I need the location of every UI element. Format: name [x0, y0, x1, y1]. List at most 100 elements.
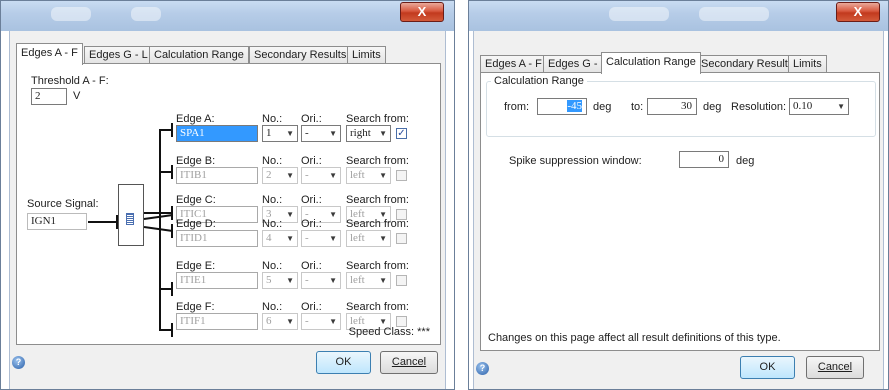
edge-a-name-text: SPA1: [180, 127, 205, 139]
edge-b-ori-select[interactable]: - ▼: [301, 167, 341, 184]
close-icon: X: [853, 4, 863, 19]
edge-d-ori-select[interactable]: - ▼: [301, 230, 341, 247]
chevron-down-icon: ▼: [286, 234, 294, 243]
edge-e-search-select[interactable]: left ▼: [346, 272, 391, 289]
source-signal-input[interactable]: IGN1: [27, 213, 87, 230]
from-input[interactable]: -45: [537, 98, 587, 115]
ok-button[interactable]: OK: [740, 356, 795, 379]
cancel-button[interactable]: Cancel: [806, 356, 864, 379]
left-client-area: Edges A - F Edges G - L Calculation Rang…: [9, 31, 446, 389]
threshold-input[interactable]: 2: [31, 88, 67, 105]
chevron-down-icon: ▼: [379, 276, 387, 285]
edge-a-ori-select[interactable]: - ▼: [301, 125, 341, 142]
edge-a-search-select[interactable]: right ▼: [346, 125, 391, 142]
from-value: -45: [567, 100, 582, 112]
edge-b-search-label: Search from:: [346, 155, 409, 167]
edge-c-no-label: No.:: [262, 194, 283, 206]
changes-note: Changes on this page affect all result d…: [488, 332, 781, 344]
chevron-down-icon: ▼: [286, 276, 294, 285]
edge-e-ori-value: -: [305, 274, 309, 286]
edge-f-search-label: Search from:: [346, 301, 409, 313]
edge-a-search-value: right: [350, 127, 371, 139]
tab-secondary-results[interactable]: Secondary Results: [696, 55, 799, 73]
edge-c-label: Edge C:: [176, 194, 216, 206]
edge-f-no-select[interactable]: 6 ▼: [262, 313, 298, 330]
chevron-down-icon: ▼: [329, 276, 337, 285]
edge-b-name-input[interactable]: ITIB1: [176, 167, 258, 184]
tab-limits[interactable]: Limits: [347, 46, 386, 64]
spike-suppression-unit: deg: [736, 155, 755, 167]
threshold-unit: V: [73, 90, 81, 102]
tick-a: [171, 123, 173, 137]
edge-b-checkbox[interactable]: [396, 170, 407, 181]
edge-a-no-label: No.:: [262, 113, 283, 125]
edge-d-search-select[interactable]: left ▼: [346, 230, 391, 247]
wire-source: [88, 221, 118, 223]
edge-e-ori-label: Ori.:: [301, 260, 322, 272]
edge-a-no-value: 1: [266, 127, 272, 139]
edge-a-label: Edge A:: [176, 113, 215, 125]
edge-b-ori-label: Ori.:: [301, 155, 322, 167]
calculation-range-panel: Calculation Range from: -45 deg to: 30 d…: [480, 72, 880, 351]
edge-a-ori-value: -: [305, 127, 309, 139]
ok-button[interactable]: OK: [316, 351, 371, 374]
resolution-select[interactable]: 0.10 ▼: [789, 98, 849, 115]
tick-d: [171, 224, 173, 238]
edge-e-no-label: No.:: [262, 260, 283, 272]
edge-d-no-label: No.:: [262, 218, 283, 230]
tab-secondary-results[interactable]: Secondary Results: [249, 46, 352, 64]
chevron-down-icon: ▼: [286, 129, 294, 138]
cancel-button[interactable]: Cancel: [380, 351, 438, 374]
from-label: from:: [504, 101, 530, 113]
edge-e-checkbox[interactable]: [396, 275, 407, 286]
edge-e-label: Edge E:: [176, 260, 216, 272]
edge-f-name-input[interactable]: ITIF1: [176, 313, 258, 330]
left-close-button[interactable]: X: [400, 2, 444, 22]
resolution-value: 0.10: [793, 100, 813, 112]
tab-calculation-range[interactable]: Calculation Range: [601, 52, 701, 74]
left-dialog: X Edges A - F Edges G - L Calculation Ra…: [0, 0, 455, 390]
cancel-label: Cancel: [817, 361, 853, 373]
tab-limits[interactable]: Limits: [788, 55, 827, 73]
edge-a-name-input[interactable]: SPA1: [176, 125, 258, 142]
edge-e-no-select[interactable]: 5 ▼: [262, 272, 298, 289]
edge-b-search-select[interactable]: left ▼: [346, 167, 391, 184]
edge-d-checkbox[interactable]: [396, 233, 407, 244]
close-icon: X: [417, 4, 427, 19]
tick-f: [171, 323, 173, 337]
tick-b: [171, 165, 173, 179]
speed-class-label: Speed Class: ***: [348, 326, 430, 338]
left-title-bar: X: [1, 1, 454, 31]
tab-edges-a-f[interactable]: Edges A - F: [16, 43, 83, 65]
spike-suppression-input[interactable]: 0: [679, 151, 729, 168]
spike-suppression-label: Spike suppression window:: [509, 155, 642, 167]
tab-edges-g-l[interactable]: Edges G - L: [84, 46, 153, 64]
right-client-area: Edges A - F Edges G - L Calculation Rang…: [473, 31, 884, 389]
chevron-down-icon: ▼: [329, 210, 337, 219]
edge-f-ori-select[interactable]: - ▼: [301, 313, 341, 330]
tab-calculation-range[interactable]: Calculation Range: [149, 46, 249, 64]
edge-d-no-select[interactable]: 4 ▼: [262, 230, 298, 247]
edge-a-no-select[interactable]: 1 ▼: [262, 125, 298, 142]
edge-e-no-value: 5: [266, 274, 272, 286]
edge-e-ori-select[interactable]: - ▼: [301, 272, 341, 289]
edge-d-search-value: left: [350, 232, 365, 244]
edge-e-name-input[interactable]: ITIE1: [176, 272, 258, 289]
edge-f-ori-label: Ori.:: [301, 301, 322, 313]
edge-d-ori-value: -: [305, 232, 309, 244]
edge-b-no-select[interactable]: 2 ▼: [262, 167, 298, 184]
right-close-button[interactable]: X: [836, 2, 880, 22]
resolution-label: Resolution:: [731, 101, 787, 113]
calculation-range-group-title: Calculation Range: [491, 75, 587, 87]
tab-edges-a-f[interactable]: Edges A - F: [480, 55, 547, 73]
chevron-down-icon: ▼: [286, 317, 294, 326]
edge-a-checkbox[interactable]: ✓: [396, 128, 407, 139]
to-input[interactable]: 30: [647, 98, 697, 115]
edge-d-name-input[interactable]: ITID1: [176, 230, 258, 247]
help-icon[interactable]: ?: [476, 362, 489, 375]
chevron-down-icon: ▼: [329, 129, 337, 138]
chevron-down-icon: ▼: [329, 234, 337, 243]
chevron-down-icon: ▼: [379, 171, 387, 180]
source-signal-label: Source Signal:: [27, 198, 99, 210]
help-icon[interactable]: ?: [12, 356, 25, 369]
